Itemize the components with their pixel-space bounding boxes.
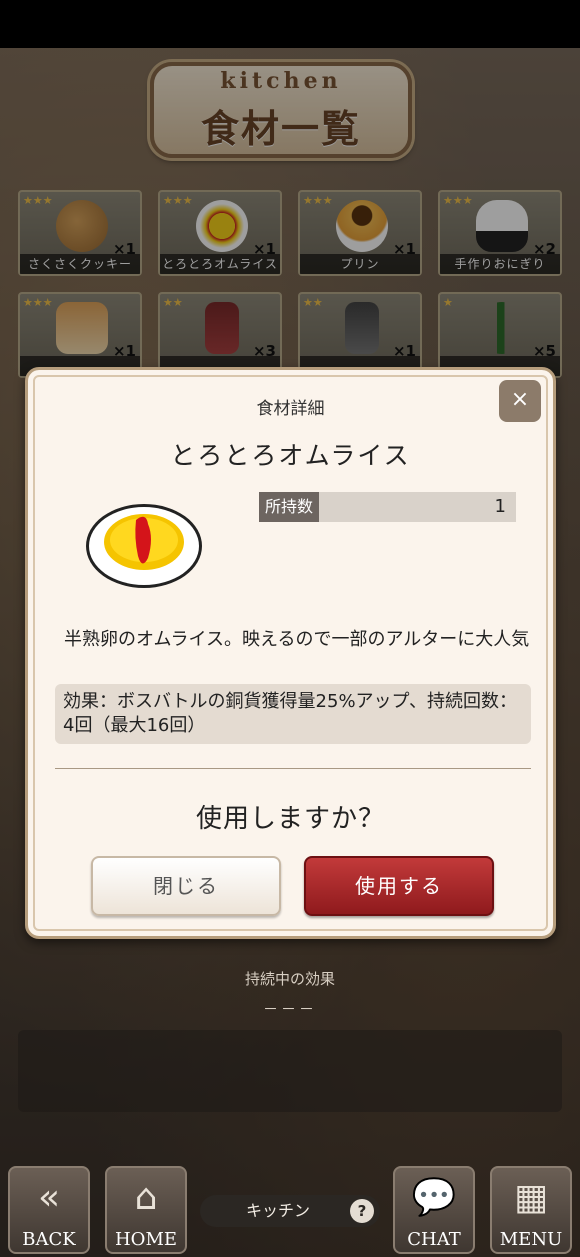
back-button[interactable]: « BACK	[8, 1166, 90, 1254]
ingredient-detail-dialog: 食材詳細 × とろとろオムライス 所持数 1 半熟卵のオムライス。映えるので一部…	[25, 367, 556, 939]
close-button[interactable]: 閉じる	[91, 856, 281, 916]
back-label: BACK	[22, 1229, 76, 1250]
chat-button[interactable]: 💬 CHAT	[393, 1166, 475, 1254]
use-button[interactable]: 使用する	[304, 856, 494, 916]
confirm-question: 使用しますか？	[195, 804, 385, 834]
omurice-icon	[86, 504, 202, 588]
double-chevron-left-icon: «	[37, 1177, 61, 1218]
owned-count-value: 1	[494, 496, 506, 517]
location-indicator: キッチン ?	[200, 1195, 380, 1227]
item-name: とろとろオムライス	[170, 441, 411, 470]
home-label: HOME	[114, 1229, 178, 1250]
owned-count-bar: 所持数 1	[259, 492, 516, 522]
menu-button[interactable]: ▦ MENU	[490, 1166, 572, 1254]
item-effect: 効果：ボスバトルの銅貨獲得量25%アップ、持続回数：4回（最大16回）	[55, 684, 531, 744]
help-icon[interactable]: ?	[350, 1199, 374, 1223]
active-effects-empty: －－－	[262, 1000, 317, 1018]
grid-menu-icon: ▦	[513, 1177, 548, 1218]
location-label: キッチン	[245, 1201, 310, 1220]
active-effects-heading: 持続中の効果	[244, 970, 335, 988]
chat-bubble-icon: 💬	[411, 1177, 457, 1218]
home-icon: ⌂	[134, 1177, 158, 1218]
status-bar	[0, 0, 580, 48]
dialog-title: 食材詳細	[256, 399, 325, 419]
item-description: 半熟卵のオムライス。映えるので一部のアルターに大人気	[64, 629, 530, 650]
close-icon[interactable]: ×	[499, 380, 541, 422]
home-button[interactable]: ⌂ HOME	[105, 1166, 187, 1254]
owned-count-label: 所持数	[259, 492, 319, 522]
menu-label: MENU	[499, 1229, 563, 1250]
active-effects-box	[18, 1030, 562, 1112]
divider	[55, 768, 531, 769]
chat-label: CHAT	[407, 1229, 461, 1250]
